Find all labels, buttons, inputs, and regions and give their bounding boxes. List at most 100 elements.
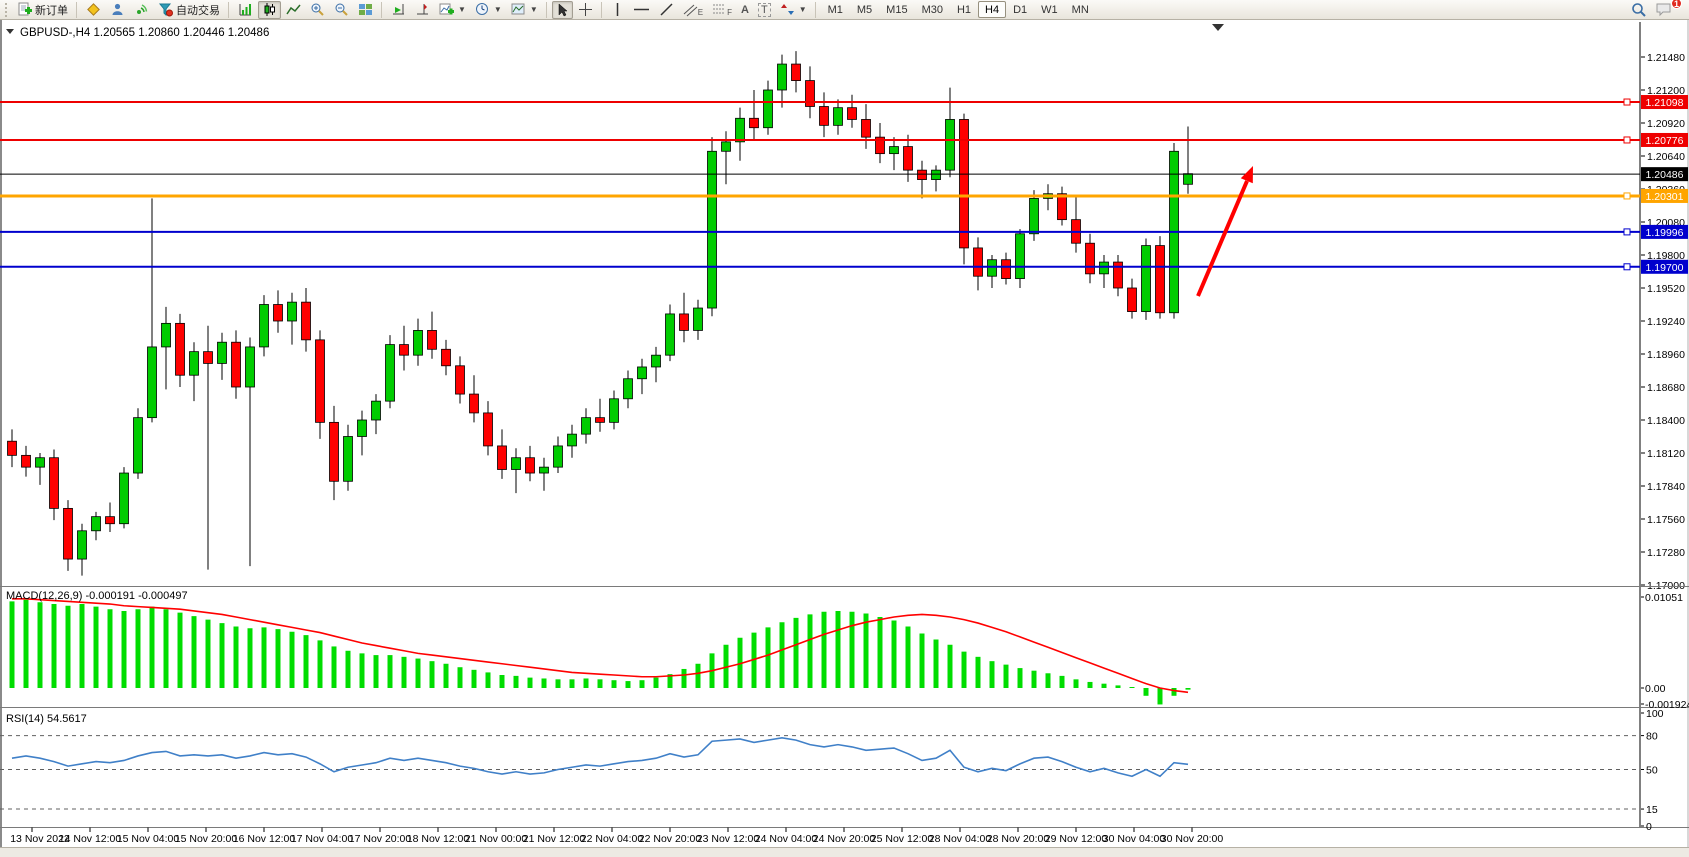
- crosshair-icon: [578, 2, 593, 17]
- chevron-down-icon: ▼: [494, 5, 502, 14]
- timeframe-M15[interactable]: M15: [879, 1, 914, 18]
- vertical-line-icon: [611, 2, 624, 17]
- time-axis-label: 25 Nov 12:00: [871, 833, 934, 845]
- channel-tool-button[interactable]: E: [679, 1, 707, 19]
- indicators-dropdown-button[interactable]: ▼: [435, 1, 470, 19]
- autoscroll-button[interactable]: [387, 1, 410, 19]
- vertical-line-tool-button[interactable]: [607, 1, 628, 19]
- price-tick-label: 1.17280: [1647, 547, 1685, 559]
- label-tool-button[interactable]: T: [754, 1, 775, 19]
- timeframe-toolbar: M1M5M15M30H1H4D1W1MN: [821, 1, 1096, 18]
- trendline-icon: [659, 2, 674, 17]
- price-tick-label: 1.21480: [1647, 52, 1685, 64]
- separator: [601, 2, 603, 18]
- community-button[interactable]: [106, 1, 129, 19]
- price-tick-label: 1.18400: [1647, 415, 1685, 427]
- candlestick-mode-button[interactable]: [258, 1, 281, 19]
- arrows-icon: [780, 2, 795, 17]
- main-toolbar: 新订单 自动交易 ▼ ▼: [0, 0, 1689, 20]
- horizontal-line-tool-button[interactable]: [629, 1, 654, 19]
- autotrading-button[interactable]: 自动交易: [154, 1, 224, 19]
- search-button[interactable]: [1627, 1, 1651, 19]
- bar-chart-icon: [238, 2, 253, 17]
- separator: [381, 2, 383, 18]
- time-axis-label: 17 Nov 20:00: [349, 833, 412, 845]
- templates-dropdown-button[interactable]: ▼: [507, 1, 542, 19]
- chevron-down-icon: ▼: [799, 5, 807, 14]
- bar-chart-mode-button[interactable]: [234, 1, 257, 19]
- clock-icon: [475, 2, 490, 17]
- price-line-badge: 1.20301: [1646, 191, 1684, 203]
- chart-window: 1.214801.212001.209201.206401.203601.200…: [0, 20, 1689, 847]
- time-axis-label: 30 Nov 20:00: [1161, 833, 1224, 845]
- autotrading-label: 自动交易: [176, 2, 220, 18]
- zoom-out-button[interactable]: [330, 1, 353, 19]
- notifications-button[interactable]: 1: [1652, 1, 1677, 19]
- chevron-down-icon: ▼: [458, 5, 466, 14]
- time-axis-label: 14 Nov 12:00: [59, 833, 122, 845]
- time-axis-label: 21 Nov 00:00: [465, 833, 528, 845]
- new-order-button[interactable]: 新订单: [13, 1, 72, 19]
- time-axis-label: 30 Nov 04:00: [1103, 833, 1166, 845]
- zoom-out-icon: [334, 2, 349, 17]
- metaeditor-button[interactable]: [82, 1, 105, 19]
- separator: [228, 2, 230, 18]
- line-chart-mode-button[interactable]: [282, 1, 305, 19]
- new-order-icon: [17, 2, 32, 17]
- notification-badge: 1: [1671, 0, 1682, 9]
- price-line-badge: 1.21098: [1646, 97, 1684, 109]
- timeframe-H4[interactable]: H4: [978, 1, 1006, 18]
- price-chart[interactable]: 1.214801.212001.209201.206401.203601.200…: [0, 20, 1689, 847]
- channel-subscript: E: [698, 8, 703, 17]
- macd-label: MACD(12,26,9) -0.000191 -0.000497: [6, 590, 188, 602]
- timeframe-M30[interactable]: M30: [915, 1, 950, 18]
- time-axis-label: 21 Nov 12:00: [523, 833, 586, 845]
- crosshair-tool-button[interactable]: [574, 1, 597, 19]
- time-axis-label: 17 Nov 04:00: [291, 833, 354, 845]
- timeframe-MN[interactable]: MN: [1065, 1, 1096, 18]
- candlestick-icon: [262, 2, 277, 17]
- status-strip: [0, 847, 1689, 857]
- periods-dropdown-button[interactable]: ▼: [471, 1, 506, 19]
- fibonacci-icon: [712, 2, 727, 17]
- time-axis-label: 28 Nov 04:00: [929, 833, 992, 845]
- signals-button[interactable]: [130, 1, 153, 19]
- timeframe-M1[interactable]: M1: [821, 1, 850, 18]
- signal-icon: [134, 2, 149, 17]
- separator: [546, 2, 548, 18]
- zoom-in-button[interactable]: [306, 1, 329, 19]
- tile-windows-button[interactable]: [354, 1, 377, 19]
- autotrading-icon: [158, 2, 173, 17]
- template-icon: [511, 2, 526, 17]
- price-tick-label: 1.19520: [1647, 283, 1685, 295]
- text-tool-icon: A: [741, 4, 749, 16]
- price-tick-label: 1.20640: [1647, 151, 1685, 163]
- timeframe-H1[interactable]: H1: [950, 1, 978, 18]
- svg-text:0.00: 0.00: [1645, 683, 1666, 695]
- timeframe-M5[interactable]: M5: [850, 1, 879, 18]
- horizontal-line-icon: [633, 2, 650, 17]
- cursor-tool-button[interactable]: [552, 1, 573, 19]
- price-tick-label: 1.18680: [1647, 382, 1685, 394]
- time-axis-label: 22 Nov 20:00: [639, 833, 702, 845]
- separator: [76, 2, 78, 18]
- chart-shift-icon: [415, 2, 430, 17]
- arrows-tool-button[interactable]: ▼: [776, 1, 811, 19]
- timeframe-W1[interactable]: W1: [1034, 1, 1065, 18]
- price-tick-label: 1.17560: [1647, 514, 1685, 526]
- cursor-icon: [556, 3, 569, 17]
- timeframe-D1[interactable]: D1: [1006, 1, 1034, 18]
- time-axis-label: 28 Nov 20:00: [987, 833, 1050, 845]
- chart-shift-button[interactable]: [411, 1, 434, 19]
- text-tool-button[interactable]: A: [737, 1, 753, 19]
- price-line-badge: 1.20776: [1646, 135, 1684, 147]
- price-line-badge: 1.19996: [1646, 227, 1684, 239]
- svg-text:100: 100: [1646, 708, 1664, 720]
- autoscroll-icon: [391, 2, 406, 17]
- line-chart-icon: [286, 2, 301, 17]
- svg-text:0: 0: [1646, 821, 1652, 833]
- toolbar-grip[interactable]: [5, 3, 9, 17]
- zoom-in-icon: [310, 2, 325, 17]
- trendline-tool-button[interactable]: [655, 1, 678, 19]
- fibonacci-tool-button[interactable]: F: [708, 1, 736, 19]
